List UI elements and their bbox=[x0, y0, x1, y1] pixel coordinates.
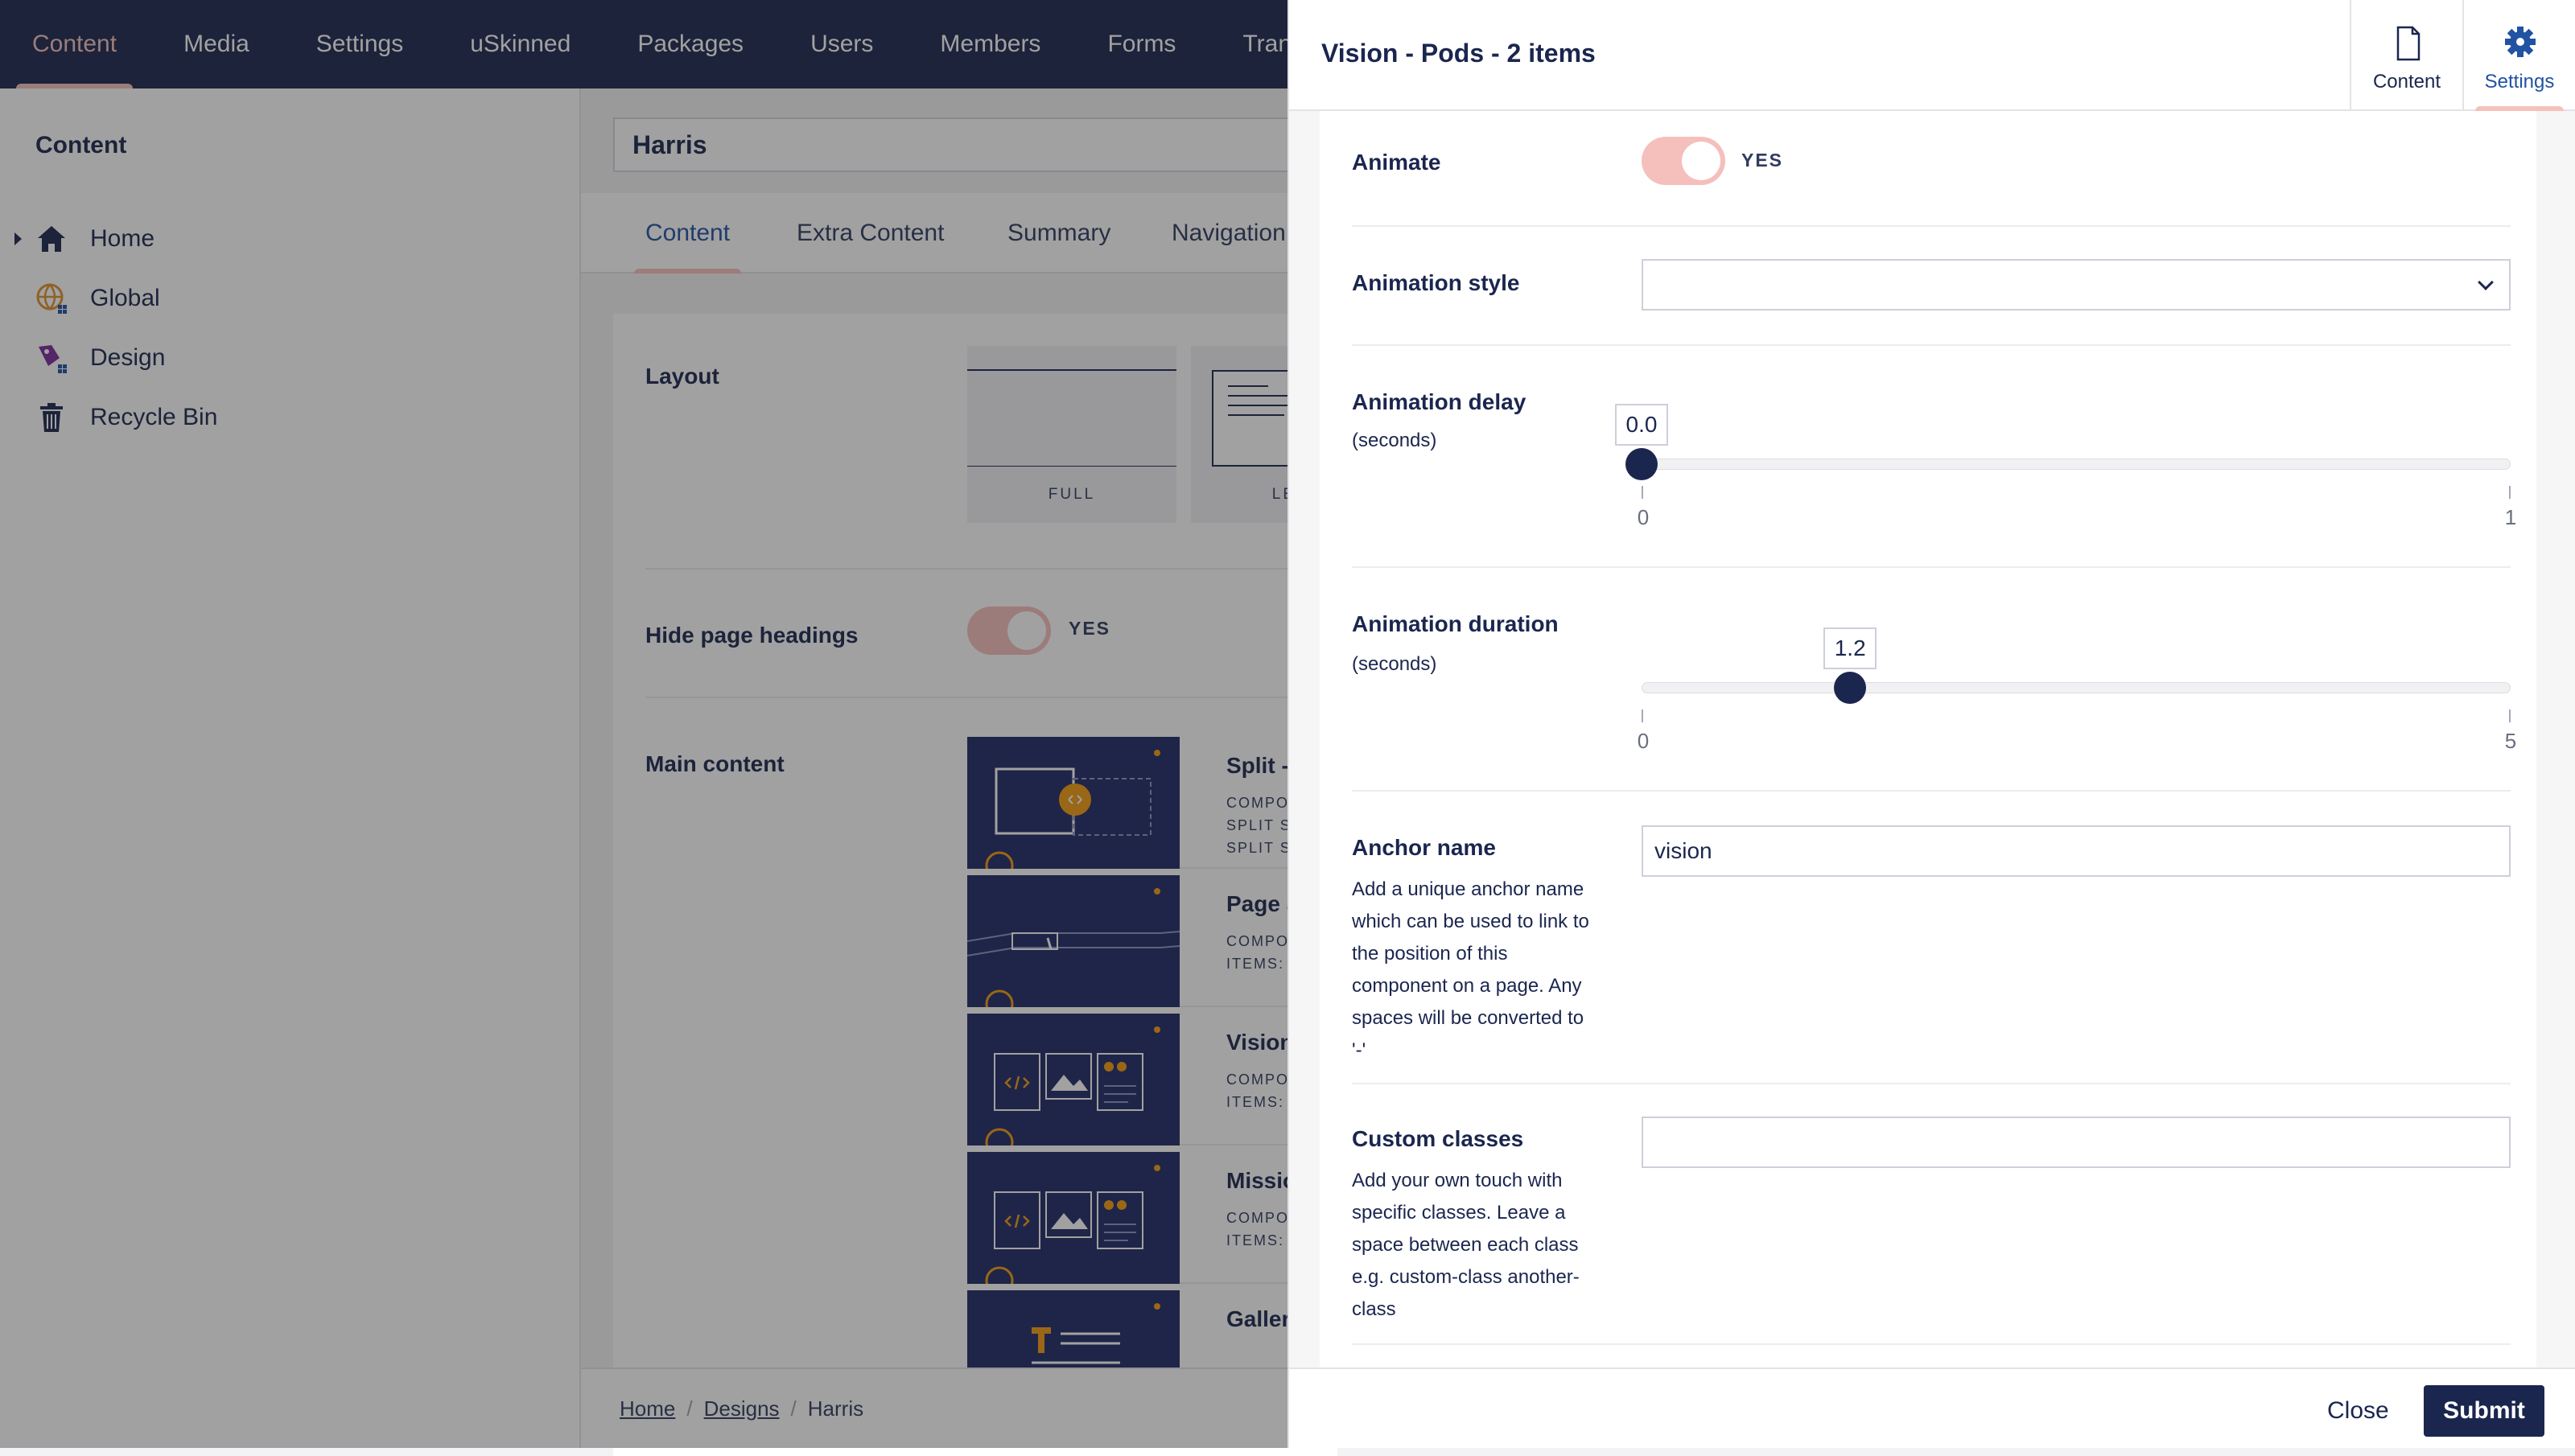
description-line: e.g. custom-class another- bbox=[1352, 1266, 1580, 1288]
submit-button[interactable]: Submit bbox=[2424, 1385, 2544, 1437]
custom-classes-description: Add your own touch with specific classes… bbox=[1352, 1165, 1609, 1326]
divider bbox=[1352, 1083, 2511, 1084]
description-line: which can be used to link to bbox=[1352, 911, 1589, 932]
animation-duration-handle[interactable] bbox=[1834, 672, 1867, 704]
anchor-name-input[interactable]: vision bbox=[1642, 825, 2511, 877]
slider-min-label: 0 bbox=[1637, 505, 1650, 529]
slider-tick bbox=[1642, 709, 1643, 722]
description-line: component on a page. Any bbox=[1352, 975, 1582, 997]
divider bbox=[1352, 790, 2511, 792]
anchor-name-description: Add a unique anchor name which can be us… bbox=[1352, 874, 1609, 1067]
description-line: Add a unique anchor name bbox=[1352, 878, 1584, 900]
dialog-body: Animate YES Animation style Animation de… bbox=[1320, 111, 2536, 1368]
dialog-header: Vision - Pods - 2 items Content Settings bbox=[1289, 0, 2575, 111]
slider-tick bbox=[2509, 709, 2511, 722]
dialog-title: Vision - Pods - 2 items bbox=[1321, 39, 1596, 68]
custom-classes-label: Custom classes bbox=[1352, 1126, 1524, 1151]
animation-style-select[interactable] bbox=[1642, 259, 2511, 311]
slider-tick bbox=[1642, 486, 1643, 499]
description-line: '-' bbox=[1352, 1039, 1366, 1061]
dialog-footer: Close Submit bbox=[1289, 1368, 2575, 1448]
custom-classes-input[interactable] bbox=[1642, 1117, 2511, 1168]
dialog-tab-label: Settings bbox=[2484, 71, 2555, 93]
description-line: spaces will be converted to bbox=[1352, 1007, 1584, 1029]
animation-duration-unit: (seconds) bbox=[1352, 653, 1437, 675]
animation-duration-slider[interactable] bbox=[1642, 682, 2511, 693]
divider bbox=[1352, 566, 2511, 568]
animation-duration-label: Animation duration bbox=[1352, 611, 1559, 636]
animation-style-label: Animation style bbox=[1352, 270, 1520, 295]
animation-duration-tooltip: 1.2 bbox=[1823, 627, 1877, 669]
document-icon bbox=[2396, 26, 2420, 61]
slider-tick bbox=[2509, 486, 2511, 499]
modal-overlay[interactable] bbox=[0, 0, 1288, 1448]
slider-min-label: 0 bbox=[1637, 729, 1650, 753]
anchor-name-label: Anchor name bbox=[1352, 835, 1496, 860]
animation-delay-tooltip: 0.0 bbox=[1615, 404, 1668, 446]
dialog-tab-label: Content bbox=[2372, 71, 2441, 93]
settings-dialog: Vision - Pods - 2 items Content Settings… bbox=[1288, 0, 2575, 1448]
animation-delay-handle[interactable] bbox=[1625, 448, 1658, 480]
description-line: class bbox=[1352, 1298, 1396, 1320]
divider bbox=[1352, 344, 2511, 346]
slider-max-label: 5 bbox=[2504, 729, 2517, 753]
animate-value: YES bbox=[1741, 150, 1784, 171]
gear-icon bbox=[2505, 27, 2536, 57]
description-line: the position of this bbox=[1352, 943, 1508, 964]
description-line: space between each class bbox=[1352, 1234, 1579, 1256]
divider bbox=[1352, 225, 2511, 227]
toggle-knob bbox=[1682, 142, 1720, 180]
description-line: Add your own touch with bbox=[1352, 1170, 1563, 1191]
close-button[interactable]: Close bbox=[2327, 1388, 2389, 1433]
divider bbox=[1352, 1343, 2511, 1345]
animate-toggle[interactable] bbox=[1642, 137, 1725, 185]
slider-max-label: 1 bbox=[2504, 505, 2517, 529]
animation-delay-unit: (seconds) bbox=[1352, 430, 1437, 451]
chevron-down-icon bbox=[2478, 274, 2494, 290]
dialog-tab-content[interactable]: Content bbox=[2350, 0, 2462, 111]
animate-label: Animate bbox=[1352, 150, 1441, 175]
animation-delay-label: Animation delay bbox=[1352, 389, 1526, 414]
dialog-tab-settings[interactable]: Settings bbox=[2462, 0, 2575, 111]
description-line: specific classes. Leave a bbox=[1352, 1202, 1566, 1224]
animation-delay-slider[interactable] bbox=[1642, 459, 2511, 470]
